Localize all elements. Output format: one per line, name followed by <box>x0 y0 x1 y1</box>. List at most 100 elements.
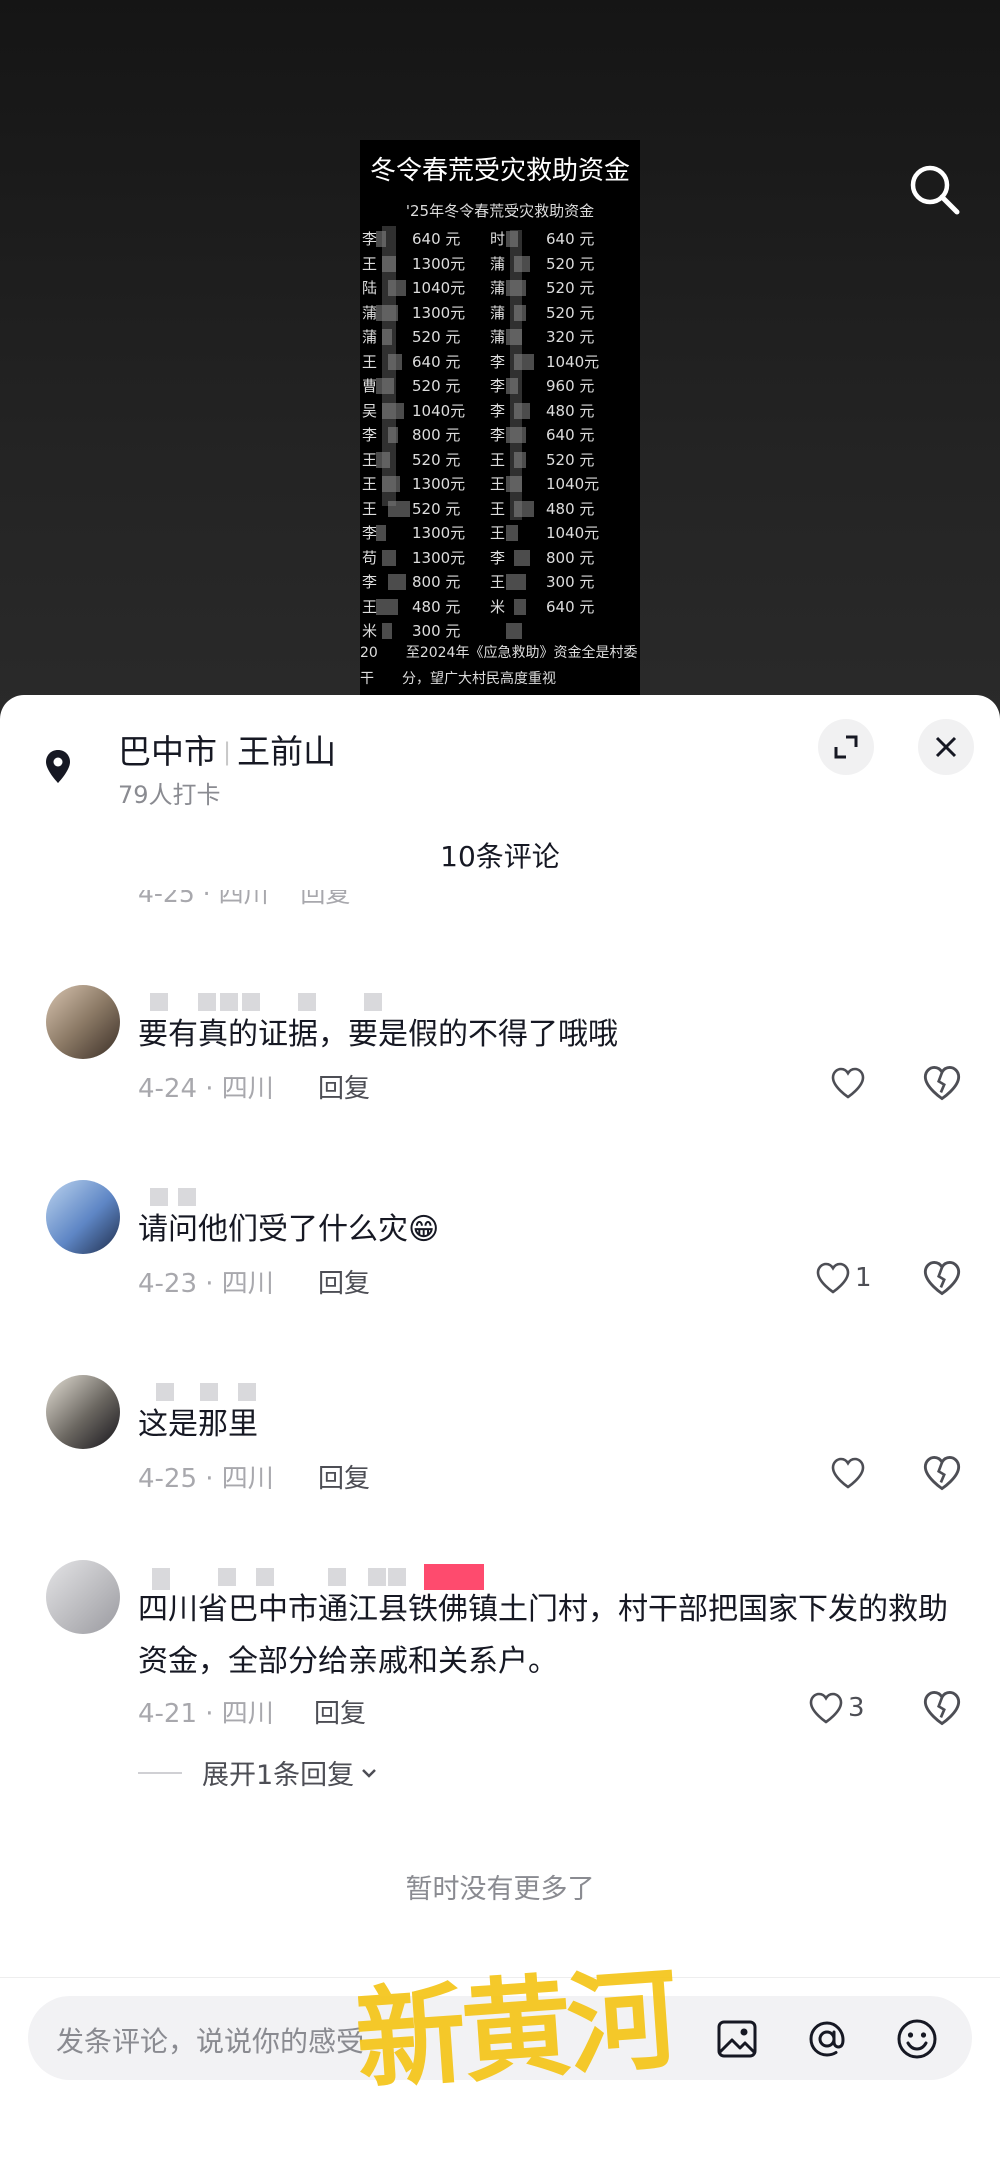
dislike-icon[interactable] <box>922 1063 962 1103</box>
image-icon[interactable] <box>714 2016 760 2062</box>
poster-name-cell: 蒲 <box>362 303 378 322</box>
poster-table-row: 王 1300元 王 1040元 <box>360 473 640 495</box>
poster-amount-cell: 960 元 <box>546 377 595 395</box>
poster-footer-line: 干 分，望广大村民高度重视 <box>360 671 556 687</box>
poster-subtitle: '25年冬令春荒受灾救助资金 <box>405 202 595 220</box>
like-button[interactable]: 1 <box>815 1258 872 1298</box>
comment-meta: 4-25 · 四川 回复 <box>138 890 351 908</box>
dislike-icon[interactable] <box>922 1258 962 1298</box>
poster-amount-cell: 800 元 <box>412 573 461 591</box>
poster-amount-cell: 640 元 <box>412 352 461 371</box>
reply-button[interactable]: 回复 <box>318 1068 370 1105</box>
poster-amount-cell: 1300元 <box>412 254 466 273</box>
poster-name-cell: 蒲 <box>490 279 506 297</box>
poster-title: 冬令春荒受灾救助资金 <box>369 156 630 186</box>
dislike-icon[interactable] <box>922 1453 962 1493</box>
poster-table-row: 李 1300元 王 1040元 <box>360 522 640 544</box>
reply-button[interactable]: 回复 <box>318 1458 370 1495</box>
poster-table-row: 苟 1300元 李 800 元 <box>360 547 640 569</box>
poster-amount-cell: 520 元 <box>412 499 461 518</box>
avatar[interactable] <box>46 985 120 1059</box>
avatar[interactable] <box>46 1560 120 1634</box>
dislike-icon[interactable] <box>922 1688 962 1728</box>
expand-icon <box>834 735 858 759</box>
poster-name-cell: 王 <box>490 573 506 591</box>
poster-table-row: 王 640 元 李 1040元 <box>360 351 640 373</box>
heart-icon <box>831 1457 865 1489</box>
reply-button[interactable]: 回复 <box>314 1693 366 1730</box>
like-count: 1 <box>855 1263 872 1293</box>
poster-name-cell: 王 <box>362 499 378 518</box>
watermark-logo: 新黄河 <box>351 1954 678 2105</box>
like-button[interactable]: 3 <box>808 1688 865 1728</box>
poster-amount-cell: 1040元 <box>546 524 600 542</box>
search-icon[interactable] <box>905 160 965 220</box>
like-button[interactable] <box>830 1453 870 1493</box>
partial-comment-row: 4-25 · 四川 回复 <box>0 890 1000 918</box>
poster-amount-cell: 800 元 <box>412 426 461 444</box>
comment-text: 请问他们受了什么灾😁 <box>138 1212 440 1247</box>
reply-button[interactable]: 回复 <box>318 1263 370 1300</box>
poster-name-cell: 蒲 <box>490 328 506 346</box>
poster-amount-cell: 320 元 <box>546 328 595 346</box>
comment-text: 要有真的证据，要是假的不得了哦哦 <box>138 1017 618 1052</box>
comment-meta: 4-21 · 四川 <box>138 1699 274 1729</box>
poster-amount-cell: 640 元 <box>412 230 461 248</box>
emoji-icon[interactable] <box>894 2016 940 2062</box>
poster-amount-cell: 1300元 <box>412 303 466 322</box>
poster-name-cell: 王 <box>362 597 378 616</box>
poster-name-cell: 李 <box>490 426 506 444</box>
mention-icon[interactable] <box>804 2016 850 2062</box>
expand-replies-button[interactable]: 展开1条回复 <box>138 1753 380 1792</box>
poster-name-cell: 吴 <box>362 401 378 420</box>
poster-amount-cell: 520 元 <box>546 254 595 273</box>
avatar[interactable] <box>46 1180 120 1254</box>
poster-amount-cell: 1300元 <box>412 475 466 493</box>
avatar[interactable] <box>46 1375 120 1449</box>
poster-amount-cell: 1040元 <box>546 352 600 371</box>
poster-table-row: 李 800 元 李 640 元 <box>360 424 640 446</box>
expand-sheet-button[interactable] <box>818 719 874 775</box>
location-title[interactable]: 巴中市 | 王前山 <box>118 725 336 773</box>
like-button[interactable] <box>830 1063 870 1103</box>
poster-name-cell: 李 <box>362 573 378 591</box>
comment-meta: 4-25 · 四川 <box>138 1464 274 1494</box>
poster-amount-cell: 300 元 <box>546 573 595 591</box>
poster-amount-cell: 480 元 <box>412 597 461 616</box>
poster-table-row: 王 520 元 王 520 元 <box>360 449 640 471</box>
heart-icon <box>831 1067 865 1099</box>
poster-name-cell: 李 <box>490 377 506 395</box>
close-button[interactable] <box>918 719 974 775</box>
heart-icon <box>809 1692 843 1724</box>
poster-name-cell: 李 <box>362 230 378 248</box>
poster-name-cell: 米 <box>362 622 378 640</box>
poster-name-cell: 王 <box>490 450 506 469</box>
chevron-down-icon <box>362 1768 377 1778</box>
poster-table-row: 蒲 1300元 蒲 520 元 <box>360 302 640 324</box>
poster-amount-cell: 640 元 <box>546 230 595 248</box>
poster-name-cell: 王 <box>362 475 378 493</box>
comment-meta: 4-23 · 四川 <box>138 1269 274 1299</box>
like-count: 3 <box>848 1693 865 1723</box>
poster-name-cell: 李 <box>490 401 506 420</box>
poster-table-row: 王 520 元 王 480 元 <box>360 498 640 520</box>
poster-table-row: 陆 1040元 蒲 520 元 <box>360 277 640 299</box>
poster-amount-cell: 640 元 <box>546 426 595 444</box>
poster-amount-cell: 520 元 <box>546 279 595 297</box>
poster-amount-cell: 1040元 <box>412 279 466 297</box>
poster-footer-line: 20 至2024年《应急救助》资金全是村委 <box>360 645 638 661</box>
poster-name-cell: 王 <box>490 524 506 542</box>
poster-name-cell: 时 <box>490 230 506 248</box>
poster-name-cell: 王 <box>362 352 378 371</box>
poster-name-cell: 李 <box>490 352 506 371</box>
poster-name-cell: 苟 <box>362 548 378 567</box>
location-place: 王前山 <box>237 732 337 771</box>
poster-amount-cell: 1040元 <box>412 401 466 420</box>
video-poster-image: 冬令春荒受灾救助资金 '25年冬令春荒受灾救助资金 李 640 元时 640 元王1… <box>360 140 640 700</box>
poster-name-cell: 王 <box>490 475 506 493</box>
poster-table-row: 李 800 元 王 300 元 <box>360 571 640 593</box>
poster-amount-cell: 1040元 <box>546 475 600 493</box>
poster-name-cell: 李 <box>490 548 506 567</box>
poster-table-row: 米 300 元 <box>360 620 640 642</box>
heart-icon <box>816 1262 850 1294</box>
